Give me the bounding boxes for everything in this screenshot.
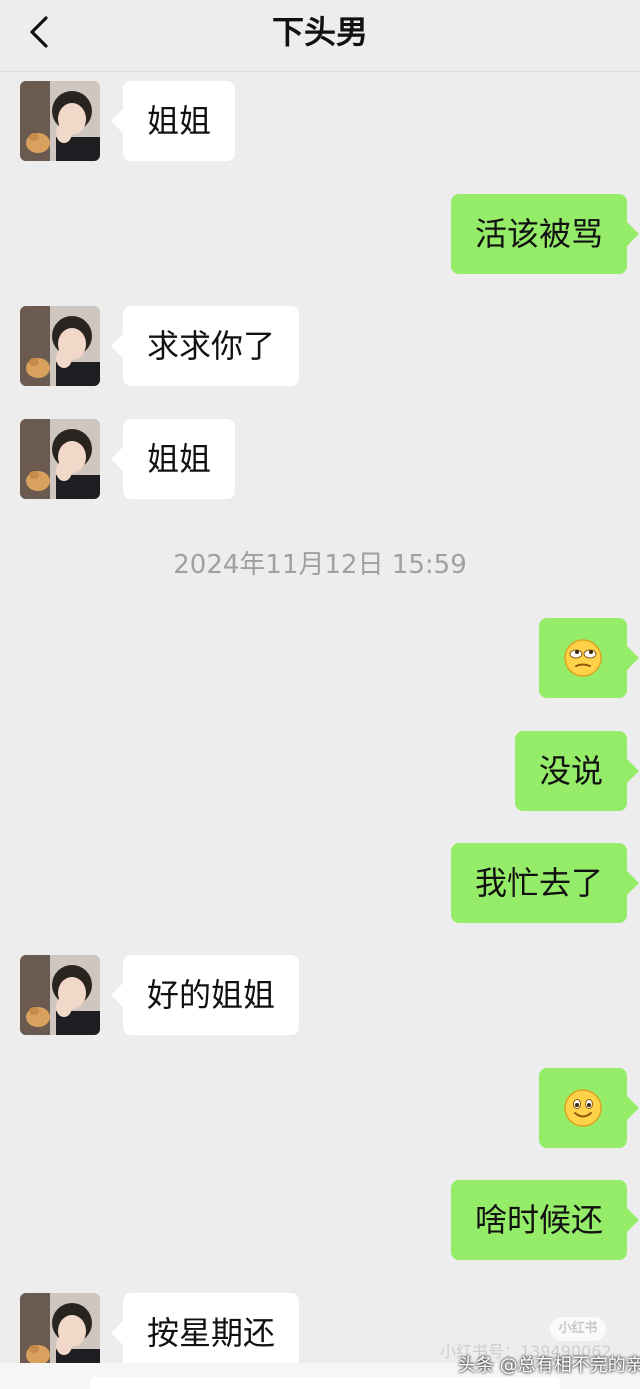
avatar[interactable] [20,955,100,1035]
message-bubble-incoming[interactable]: 好的姐姐 [110,955,300,1035]
chat-header: 下头男 [0,0,640,72]
smile-emoji-icon [564,1089,602,1127]
message-list[interactable]: 姐姐 活该被骂 求求你了 姐姐 2024年11月12日 15:59 没说 我忙去… [0,73,640,1363]
avatar[interactable] [20,1293,100,1363]
message-bubble-outgoing[interactable] [539,1068,639,1148]
chat-title: 下头男 [271,13,368,51]
watermark-badge: 小红书 [550,1317,606,1341]
watermark-source: 头条 @总有相不完的亲 [458,1355,640,1376]
message-bubble-incoming[interactable]: 按星期还 [110,1293,300,1363]
rolling-eyes-emoji-icon [564,639,602,677]
message-bubble-outgoing[interactable]: 没说 [514,731,640,811]
message-bubble-outgoing[interactable]: 活该被骂 [450,194,640,274]
avatar[interactable] [20,419,100,499]
message-bubble-outgoing[interactable]: 我忙去了 [450,843,640,923]
message-bubble-incoming[interactable]: 姐姐 [110,419,236,499]
message-bubble-outgoing[interactable]: 啥时候还 [450,1180,640,1260]
message-bubble-incoming[interactable]: 求求你了 [110,306,300,386]
avatar[interactable] [20,306,100,386]
message-bubble-incoming[interactable]: 姐姐 [110,81,236,161]
message-timestamp: 2024年11月12日 15:59 [173,550,467,580]
message-bubble-outgoing[interactable] [539,618,639,698]
avatar[interactable] [20,81,100,161]
message-input[interactable] [90,1377,560,1389]
